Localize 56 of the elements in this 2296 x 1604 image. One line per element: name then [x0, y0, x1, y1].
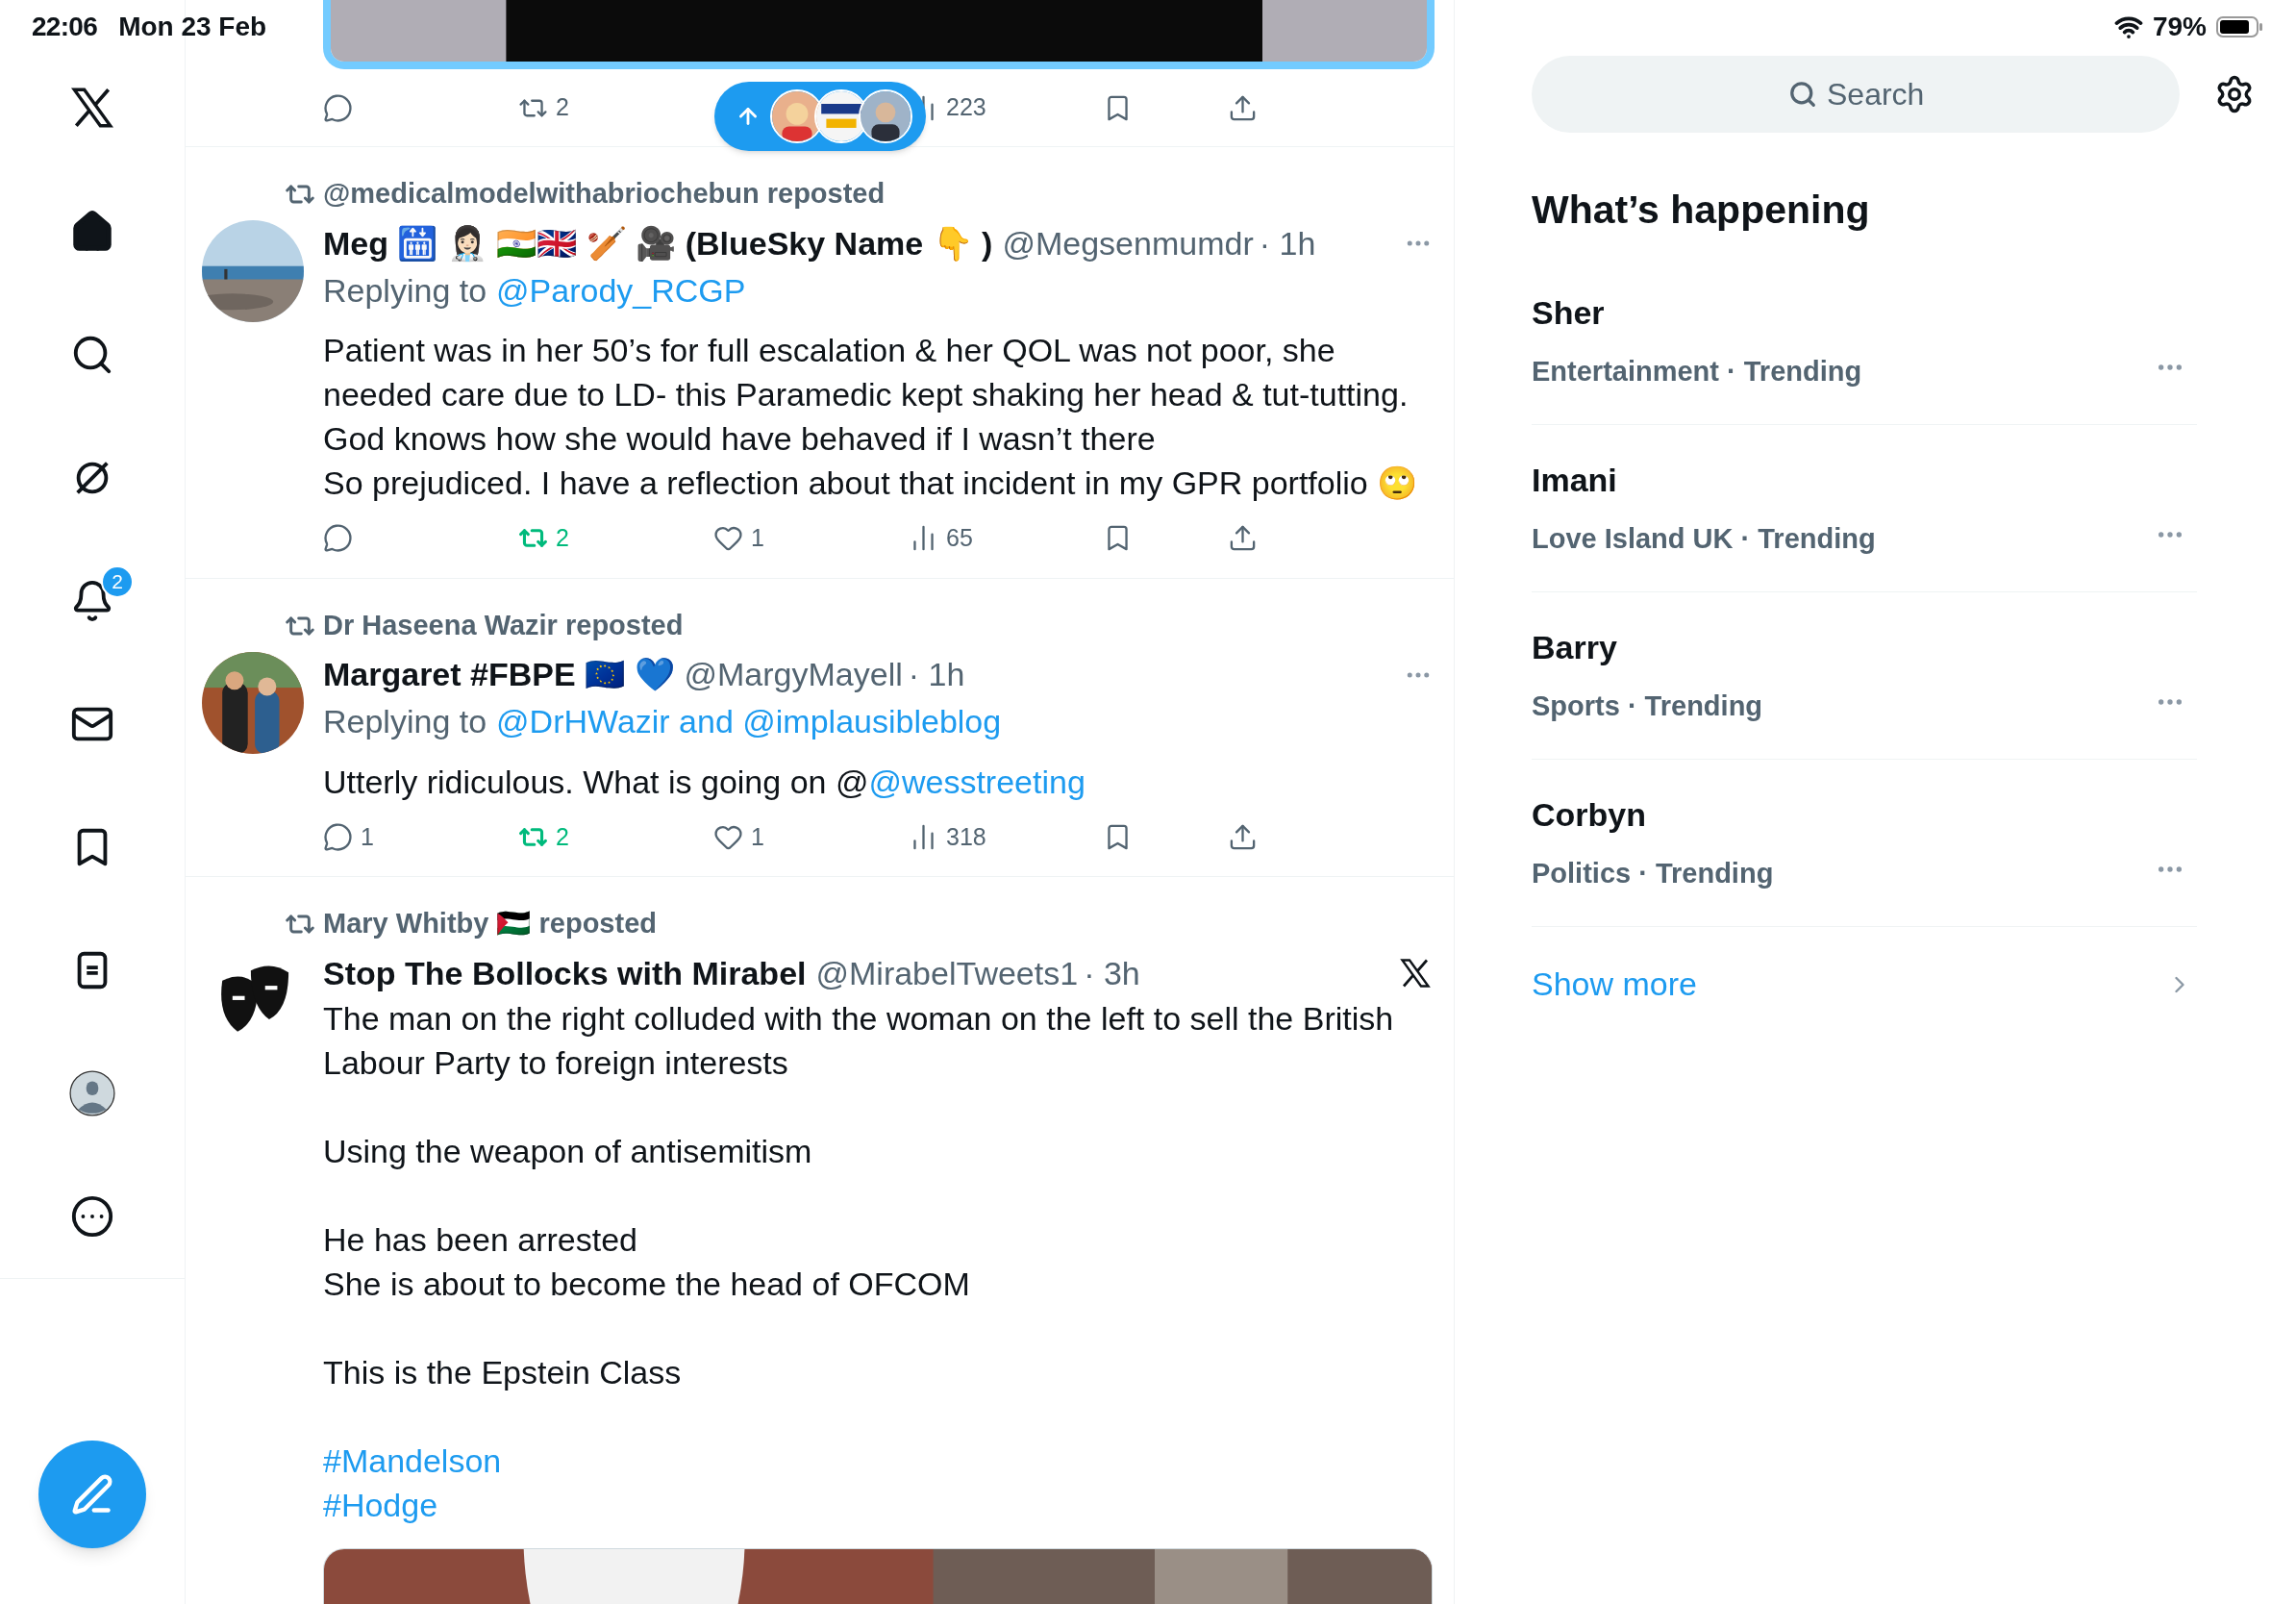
section-heading: What’s happening	[1532, 187, 1871, 234]
reposted-by-label[interactable]: @medicalmodelwithabriochebun reposted	[323, 173, 886, 215]
notification-badge: 2	[101, 565, 134, 598]
post-time: · 1h	[1259, 223, 1316, 263]
post-text: #Mandelson #Hodge	[323, 1441, 503, 1525]
views-count: 223	[946, 92, 986, 123]
reply-icon[interactable]	[323, 821, 353, 852]
post-text: The man on the right colluded with the woman on the left to sell the British Labour Party to foreign interests	[323, 999, 1395, 1083]
author-handle[interactable]: @MirabelTweets1	[815, 948, 1079, 998]
compose-icon	[71, 1473, 113, 1516]
new-posts-toast[interactable]	[714, 82, 926, 151]
post-text: Using the weapon of antisemitism	[323, 1132, 813, 1171]
search-icon	[1788, 80, 1817, 109]
author-name[interactable]: Stop The Bollocks with Mirabel	[323, 948, 807, 998]
author-name[interactable]: Meg 🛗 👩🏻‍⚕ 🇮🇳🇬🇧 🏏 🎥 (BlueSky Name 👇 )	[323, 218, 993, 268]
avatar-icon[interactable]	[68, 1069, 116, 1117]
post-text: He has been arrested She is about to become the head of OFCOM	[323, 1220, 971, 1304]
x-logo-icon[interactable]	[1398, 956, 1433, 990]
trend-title[interactable]: Sher	[1532, 288, 2155, 338]
home-icon[interactable]	[70, 210, 114, 254]
status-date: Mon 23 Feb	[118, 11, 267, 43]
status-time: 22:06	[32, 11, 98, 43]
trend-title[interactable]: Corbyn	[1532, 789, 2155, 840]
post-text: This is the Epstein Class	[323, 1353, 683, 1392]
reply-icon[interactable]	[323, 523, 353, 554]
views-count: 65	[946, 523, 973, 553]
post-text: Utterly ridiculous. What is going on @@wesstreeting	[323, 762, 1086, 802]
author-handle[interactable]: @Megsenmumdr	[1002, 218, 1254, 268]
search-field[interactable]: Search	[1532, 56, 2180, 133]
battery-percent: 79%	[2152, 11, 2207, 43]
like-count: 1	[751, 523, 764, 553]
post-time: · 3h	[1084, 953, 1140, 993]
repost-count: 2	[556, 92, 569, 123]
like-count: 1	[751, 821, 764, 852]
reply-count: 1	[361, 821, 374, 852]
reposted-by-label[interactable]: Dr Haseena Wazir reposted	[323, 604, 684, 647]
reply-icon[interactable]	[323, 92, 353, 123]
battery-icon	[2216, 15, 2264, 38]
trend-meta: Entertainment · Trending	[1532, 354, 1863, 388]
repost-count: 2	[556, 523, 569, 553]
more-icon[interactable]	[70, 1194, 114, 1239]
reposted-by-label[interactable]: Mary Whitby 🇵🇸 reposted	[323, 903, 657, 945]
post-text: Patient was in her 50’s for full escalation & her QOL was not poor, she needed care due to LD- this Paramedic kept shaking her head & tut-tutting. God knows how she would have behaved if I wasn’t there So prejudiced. I have a reflection about that incident in my GPR portfolio 🙄	[323, 331, 1419, 503]
views-count: 318	[946, 821, 986, 852]
post-time: · 1h	[908, 655, 965, 694]
author-handle[interactable]: @MargyMayell	[684, 650, 903, 699]
author-name[interactable]: Margaret #FBPE 🇪🇺 💙	[323, 650, 675, 699]
trend-title[interactable]: Imani	[1532, 455, 2155, 505]
trend-meta: Love Island UK · Trending	[1532, 521, 1877, 556]
trend-meta: Politics · Trending	[1532, 856, 1775, 890]
trend-title[interactable]: Barry	[1532, 622, 2155, 672]
replying-to-label: Replying to	[323, 702, 487, 741]
repost-count: 2	[556, 821, 569, 852]
trend-meta: Sports · Trending	[1532, 689, 1764, 723]
search-input[interactable]: Search	[1827, 71, 1923, 117]
replying-to-label: Replying to	[323, 270, 487, 311]
